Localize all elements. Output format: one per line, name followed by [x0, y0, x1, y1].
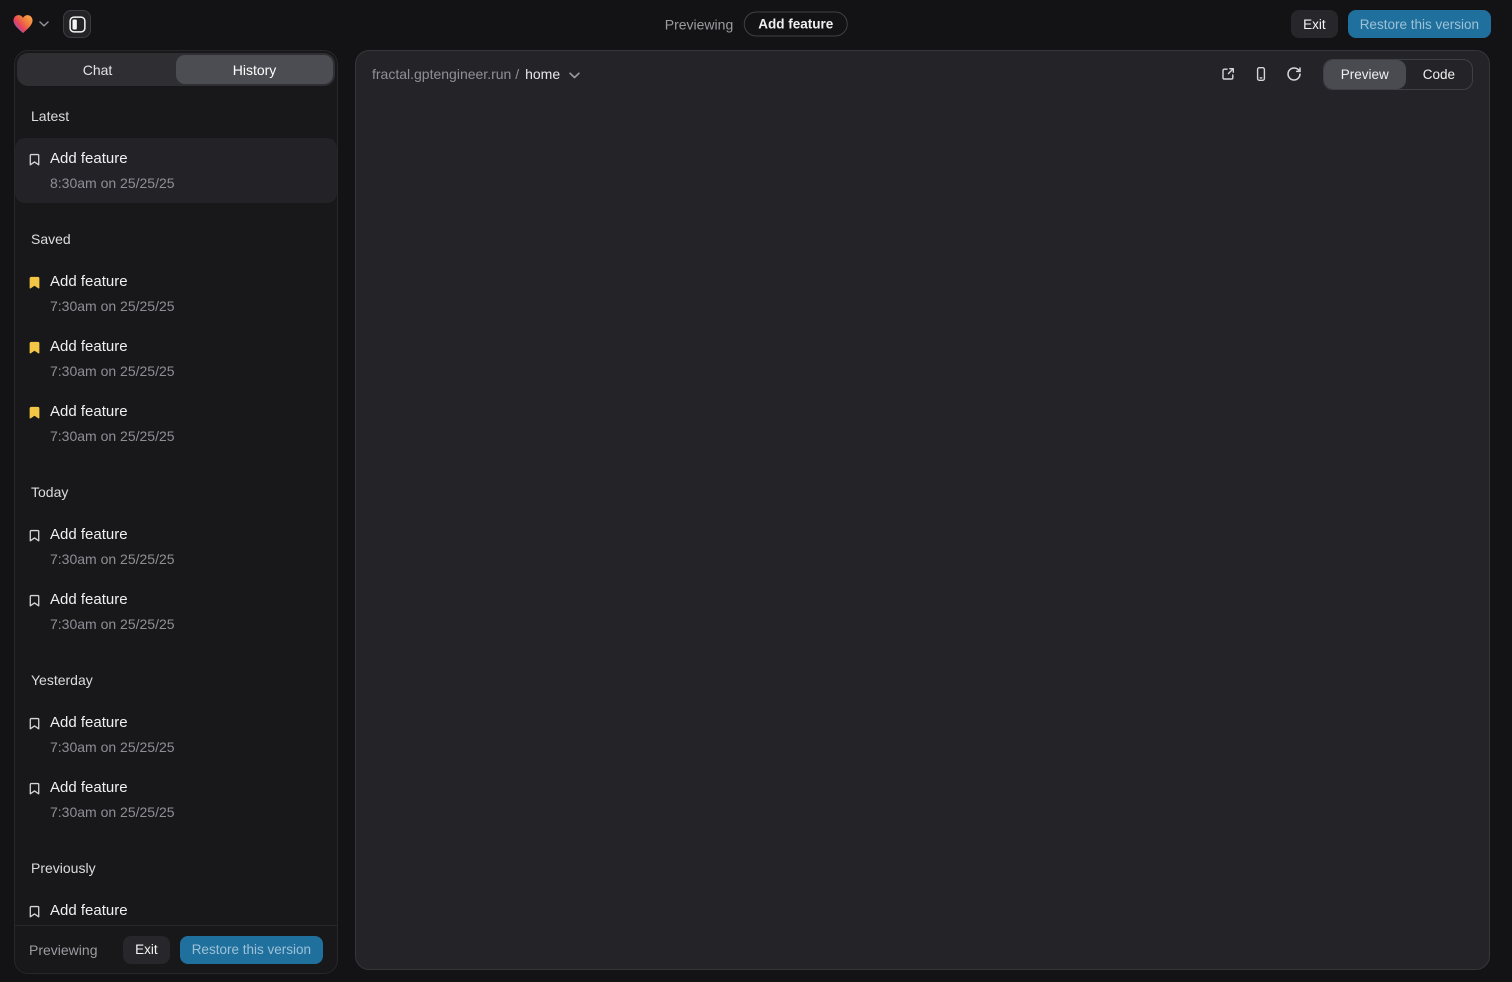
- workspace-menu-button[interactable]: [12, 14, 49, 34]
- exit-button[interactable]: Exit: [123, 936, 170, 964]
- bookmark-filled-icon: [27, 340, 42, 355]
- section-title-previously: Previously: [15, 858, 337, 878]
- history-item-timestamp: 7:30am on 25/25/25: [50, 614, 175, 634]
- heart-logo-icon: [12, 14, 34, 34]
- history-item[interactable]: Add feature 7:30am on 25/25/25: [15, 767, 337, 832]
- version-badge: Add feature: [744, 12, 847, 37]
- history-item-title: Add feature: [50, 401, 175, 423]
- bookmark-filled-icon: [27, 275, 42, 290]
- previewing-label: Previewing: [665, 16, 733, 32]
- preview-header: fractal.gptengineer.run / home Preview C…: [356, 51, 1489, 97]
- tab-preview[interactable]: Preview: [1324, 60, 1406, 89]
- sidebar-tabs: Chat History: [17, 53, 335, 86]
- tab-code[interactable]: Code: [1406, 60, 1472, 89]
- preview-panel: fractal.gptengineer.run / home Preview C…: [355, 50, 1490, 970]
- history-item[interactable]: Add feature 7:30am on 25/25/25: [15, 702, 337, 767]
- history-item-timestamp: 7:30am on 25/25/25: [50, 361, 175, 381]
- history-sidebar: Chat History Latest Add feature 8:30am o…: [14, 50, 338, 974]
- bookmark-outline-icon: [27, 152, 42, 167]
- topbar-actions: Exit Restore this version: [1291, 10, 1491, 38]
- external-link-icon: [1220, 66, 1236, 82]
- preview-status: Previewing Add feature: [665, 12, 848, 37]
- sidebar-footer: Previewing Exit Restore this version: [15, 925, 337, 973]
- history-item-timestamp: 7:30am on 25/25/25: [50, 426, 175, 446]
- bookmark-outline-icon: [27, 904, 42, 919]
- history-item-timestamp: 7:30am on 25/25/25: [50, 802, 175, 822]
- tab-chat[interactable]: Chat: [19, 55, 176, 84]
- refresh-button[interactable]: [1282, 62, 1306, 86]
- chevron-down-icon: [39, 21, 49, 27]
- history-item-timestamp: 8:30am on 25/25/25: [50, 173, 175, 193]
- footer-status-label: Previewing: [29, 942, 97, 958]
- history-item-title: Add feature: [50, 336, 175, 358]
- history-item[interactable]: Add feature 7:30am on 25/25/25: [15, 579, 337, 644]
- chevron-down-icon: [569, 72, 580, 79]
- breadcrumb-domain: fractal.gptengineer.run /: [372, 66, 519, 82]
- sidebar-toggle-button[interactable]: [63, 10, 91, 38]
- mobile-view-button[interactable]: [1249, 62, 1273, 86]
- bookmark-outline-icon: [27, 716, 42, 731]
- history-item[interactable]: Add feature 7:30am on 25/25/25: [15, 514, 337, 579]
- section-title-latest: Latest: [15, 106, 337, 126]
- history-item[interactable]: Add feature 7:30am on 25/25/25: [15, 326, 337, 391]
- breadcrumb-page: home: [525, 66, 560, 82]
- tab-history[interactable]: History: [176, 55, 333, 84]
- history-item-timestamp: 7:30am on 25/25/25: [50, 549, 175, 569]
- restore-version-button[interactable]: Restore this version: [180, 936, 323, 964]
- history-item[interactable]: Add feature 7:30am on 25/25/25: [15, 261, 337, 326]
- smartphone-icon: [1253, 66, 1269, 82]
- bookmark-outline-icon: [27, 593, 42, 608]
- history-item-title: Add feature: [50, 524, 175, 546]
- section-title-yesterday: Yesterday: [15, 670, 337, 690]
- bookmark-outline-icon: [27, 781, 42, 796]
- history-item-timestamp: 7:30am on 25/25/25: [50, 737, 175, 757]
- top-bar: Previewing Add feature Exit Restore this…: [0, 0, 1512, 48]
- open-in-new-tab-button[interactable]: [1216, 62, 1240, 86]
- section-title-today: Today: [15, 482, 337, 502]
- history-item-title: Add feature: [50, 148, 175, 170]
- refresh-icon: [1286, 66, 1302, 82]
- history-item[interactable]: Add feature 7:30am on 25/25/25: [15, 890, 337, 925]
- preview-viewport[interactable]: [356, 97, 1489, 969]
- history-item[interactable]: Add feature 8:30am on 25/25/25: [15, 138, 337, 203]
- breadcrumb[interactable]: fractal.gptengineer.run / home: [372, 66, 580, 82]
- panel-left-icon: [69, 16, 86, 33]
- history-item-title: Add feature: [50, 900, 175, 922]
- history-list: Latest Add feature 8:30am on 25/25/25 Sa…: [15, 88, 337, 925]
- history-item[interactable]: Add feature 7:30am on 25/25/25: [15, 391, 337, 456]
- history-item-title: Add feature: [50, 589, 175, 611]
- view-mode-toggle: Preview Code: [1323, 59, 1473, 90]
- history-item-title: Add feature: [50, 271, 175, 293]
- preview-toolbar: Preview Code: [1216, 59, 1473, 90]
- history-item-title: Add feature: [50, 777, 175, 799]
- section-title-saved: Saved: [15, 229, 337, 249]
- bookmark-filled-icon: [27, 405, 42, 420]
- history-item-timestamp: 7:30am on 25/25/25: [50, 296, 175, 316]
- exit-button[interactable]: Exit: [1291, 10, 1338, 38]
- history-item-title: Add feature: [50, 712, 175, 734]
- bookmark-outline-icon: [27, 528, 42, 543]
- restore-version-button[interactable]: Restore this version: [1348, 10, 1491, 38]
